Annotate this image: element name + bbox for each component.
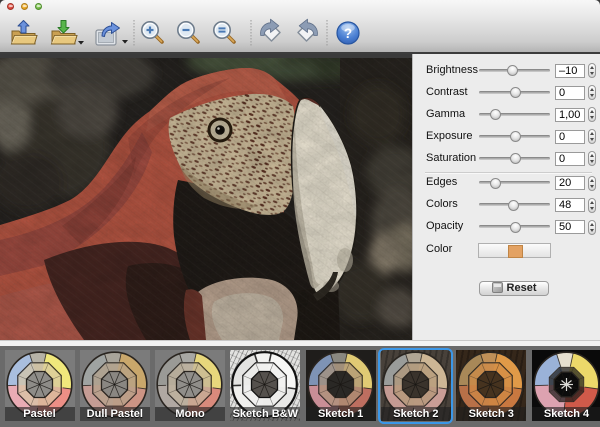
svg-text:?: ? xyxy=(344,26,352,41)
